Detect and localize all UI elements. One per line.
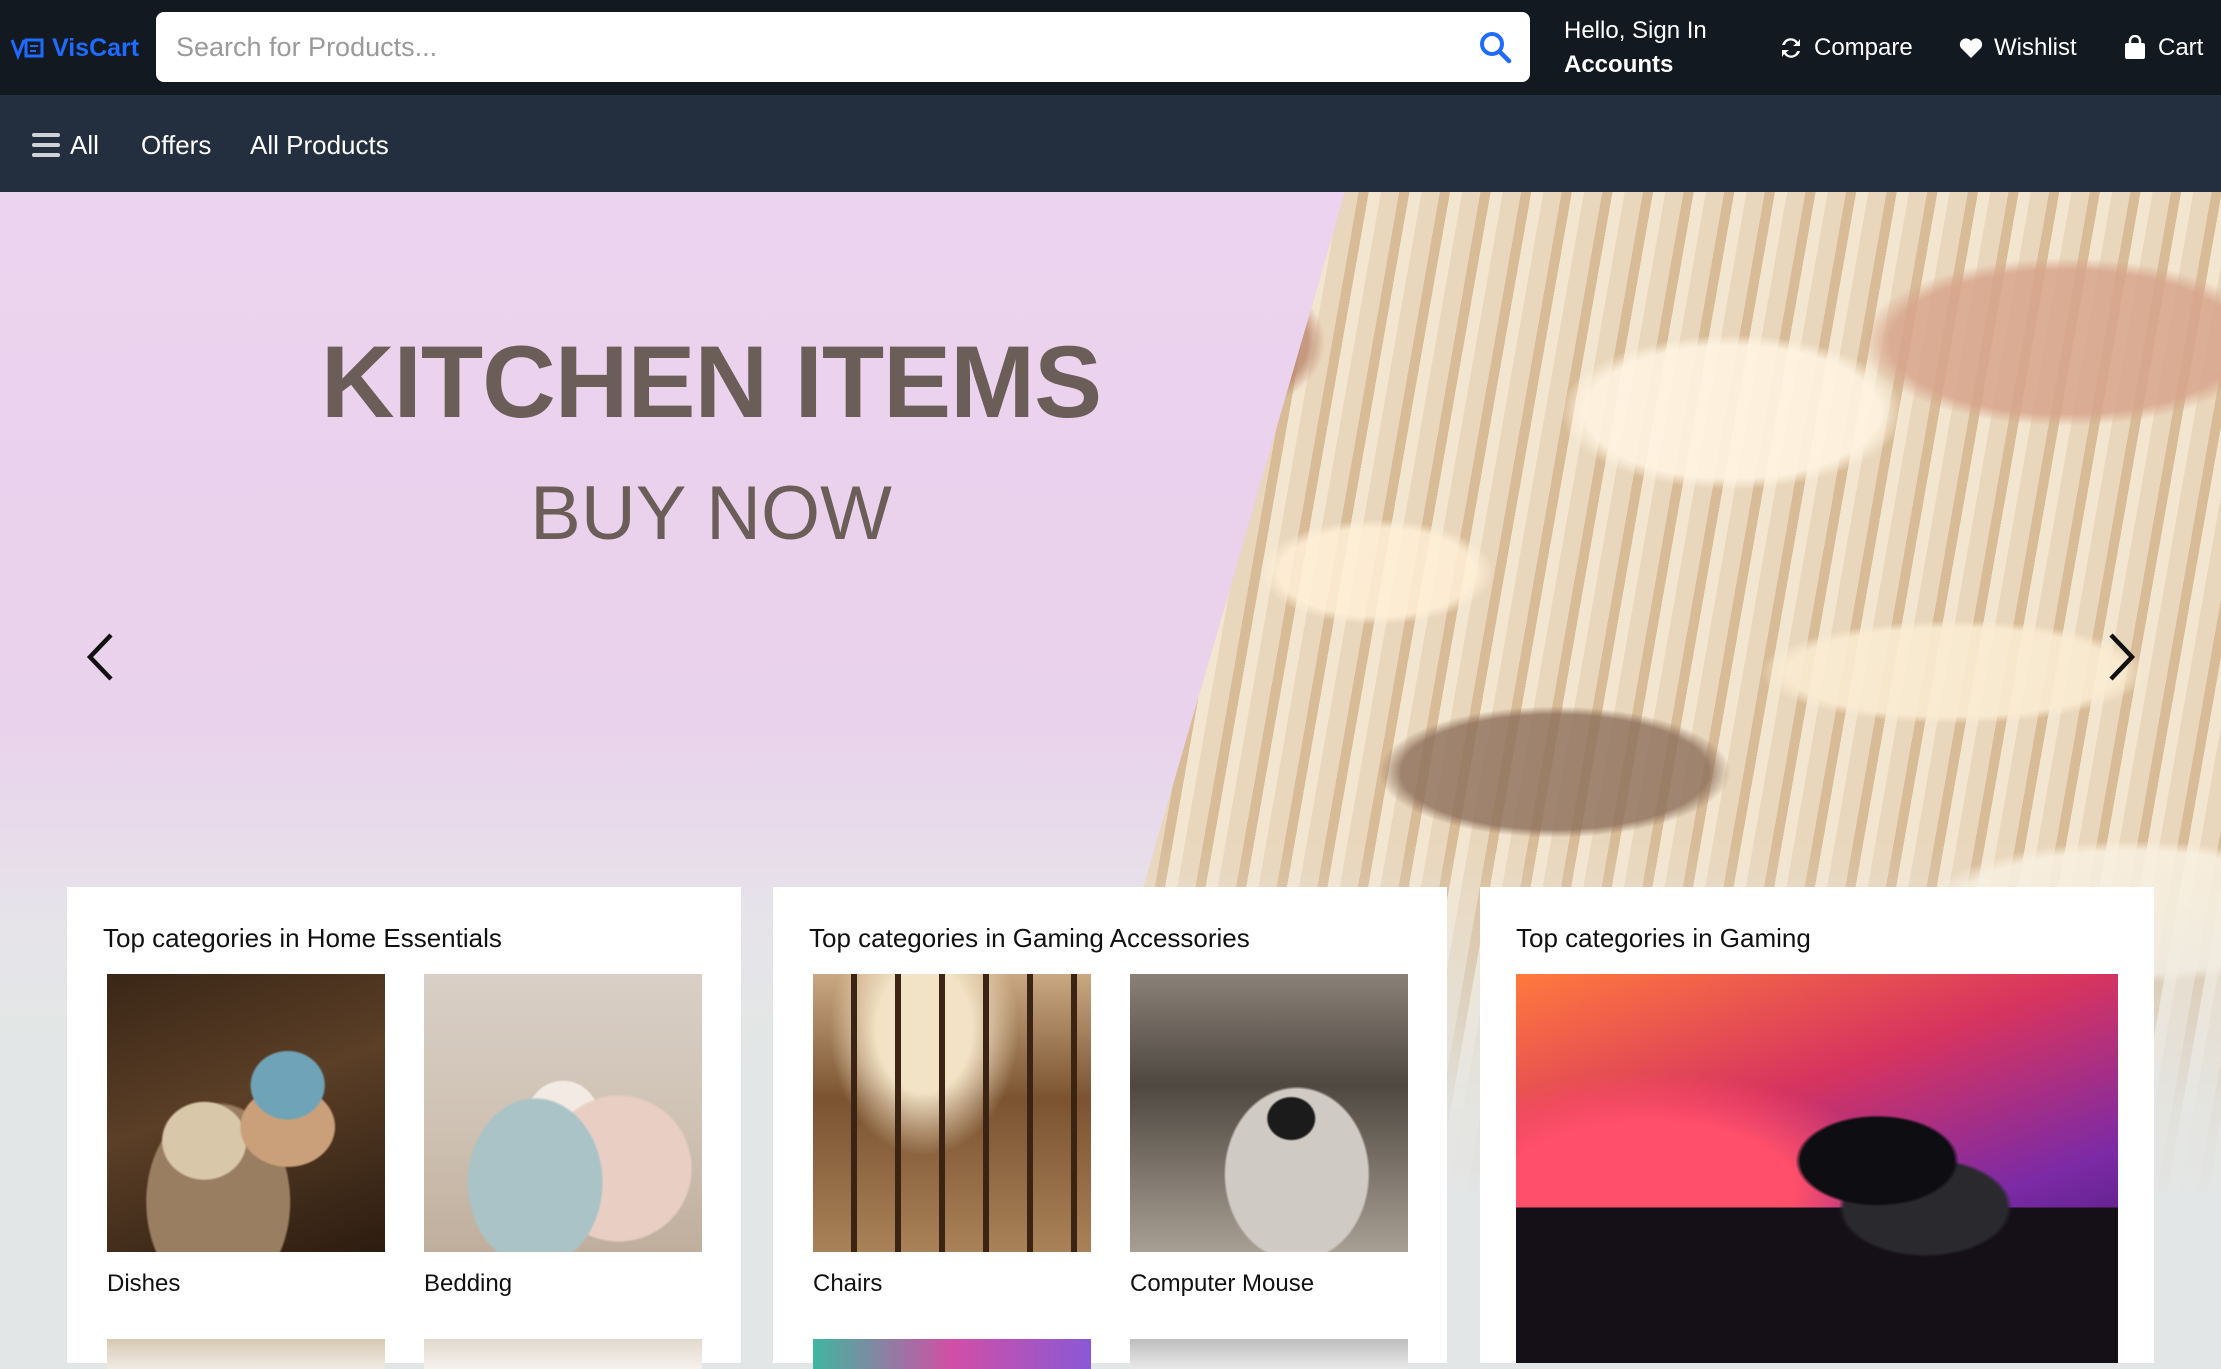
card-title: Top categories in Home Essentials bbox=[103, 923, 502, 953]
category-tile-next-image[interactable] bbox=[1130, 1339, 1408, 1369]
offers-label: Offers bbox=[141, 129, 212, 160]
compare-label: Compare bbox=[1814, 34, 1913, 61]
category-card-home-essentials: Top categories in Home Essentials Dishes… bbox=[67, 887, 741, 1369]
bedding-image bbox=[424, 974, 702, 1252]
shopping-bag-icon bbox=[2125, 35, 2145, 59]
top-navigation-bar: VisCart Hello, Sign In Accounts Compare … bbox=[0, 0, 2221, 95]
category-tile-next-image[interactable] bbox=[813, 1339, 1091, 1369]
category-tile-next-image[interactable] bbox=[107, 1339, 385, 1369]
search-button[interactable] bbox=[1460, 12, 1530, 82]
dishes-image bbox=[107, 974, 385, 1252]
chevron-right-icon bbox=[2109, 633, 2136, 681]
secondary-navigation: All Offers All Products bbox=[0, 95, 2221, 192]
all-label: All bbox=[70, 129, 99, 160]
chairs-image bbox=[813, 974, 1091, 1252]
account-label: Accounts bbox=[1564, 51, 1674, 78]
gaming-setup-image[interactable] bbox=[1516, 974, 2118, 1363]
category-tile-dishes[interactable]: Dishes bbox=[107, 974, 385, 1298]
hamburger-menu-icon bbox=[32, 133, 60, 157]
chevron-left-icon bbox=[86, 633, 113, 681]
category-tile-next-image[interactable] bbox=[424, 1339, 702, 1369]
carousel-prev-button[interactable] bbox=[70, 622, 130, 692]
all-products-label: All Products bbox=[250, 129, 389, 160]
account-greeting: Hello, Sign In bbox=[1564, 17, 1707, 44]
carousel-next-button[interactable] bbox=[2092, 622, 2152, 692]
cart-button[interactable]: Cart bbox=[2122, 28, 2203, 68]
category-tile-bedding[interactable]: Bedding bbox=[424, 974, 702, 1298]
card-title: Top categories in Gaming Accessories bbox=[809, 923, 1250, 953]
logo-text: VisCart bbox=[52, 33, 140, 62]
category-tile-chairs[interactable]: Chairs bbox=[813, 974, 1091, 1298]
viscart-logo[interactable]: VisCart bbox=[10, 28, 139, 68]
hero-title: KITCHEN ITEMS bbox=[320, 325, 1102, 439]
card-title: Top categories in Gaming bbox=[1516, 923, 1811, 953]
offers-link[interactable]: Offers bbox=[141, 125, 211, 165]
wishlist-label: Wishlist bbox=[1994, 34, 2077, 61]
category-card-gaming-accessories: Top categories in Gaming Accessories Cha… bbox=[773, 887, 1447, 1369]
wishlist-button[interactable]: Wishlist bbox=[1958, 28, 2077, 68]
all-products-link[interactable]: All Products bbox=[250, 125, 389, 165]
cart-label: Cart bbox=[2158, 34, 2204, 61]
heart-icon bbox=[1959, 38, 1983, 58]
search-bar bbox=[156, 12, 1530, 82]
computer-mouse-image bbox=[1130, 974, 1408, 1252]
category-tile-computer-mouse[interactable]: Computer Mouse bbox=[1130, 974, 1408, 1298]
search-icon bbox=[1480, 32, 1512, 64]
tile-label: Bedding bbox=[424, 1270, 513, 1297]
tile-label: Dishes bbox=[107, 1270, 181, 1297]
account-menu[interactable]: Hello, Sign In Accounts bbox=[1564, 14, 1707, 82]
compare-button[interactable]: Compare bbox=[1778, 28, 1913, 68]
hero-subtitle[interactable]: BUY NOW bbox=[0, 470, 1422, 557]
tile-label: Chairs bbox=[813, 1270, 883, 1297]
search-input[interactable] bbox=[156, 16, 1460, 78]
all-categories-menu[interactable]: All bbox=[32, 125, 99, 165]
viscart-logo-icon bbox=[10, 38, 44, 61]
compare-icon bbox=[1782, 38, 1800, 58]
tile-label: Computer Mouse bbox=[1130, 1270, 1315, 1297]
category-card-gaming: Top categories in Gaming bbox=[1480, 887, 2154, 1363]
